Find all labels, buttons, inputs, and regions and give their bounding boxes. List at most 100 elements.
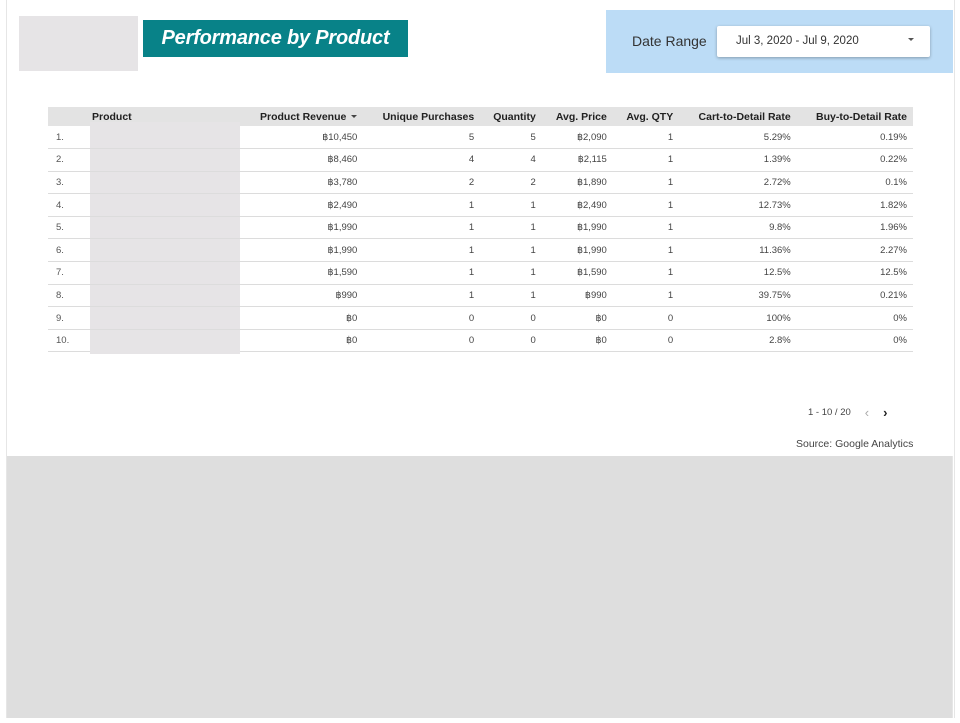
cell-avg-qty: 1 bbox=[667, 222, 674, 234]
product-name-cell bbox=[90, 194, 240, 217]
cell-unique-purchases: 5 bbox=[468, 131, 475, 143]
data-source-label: Source: Google Analytics bbox=[796, 438, 914, 450]
logo-placeholder bbox=[19, 16, 138, 71]
row-index: 4. bbox=[56, 199, 64, 211]
redacted-product-name bbox=[90, 307, 240, 329]
cell-product-revenue: ฿1,990 bbox=[327, 244, 358, 256]
column-header-buy-to-detail-rate[interactable]: Buy-to-Detail Rate bbox=[797, 107, 913, 126]
cell-product-revenue: ฿0 bbox=[346, 312, 358, 324]
cell-unique-purchases: 0 bbox=[468, 312, 475, 324]
product-name-cell bbox=[90, 216, 240, 239]
cell-unique-purchases: 1 bbox=[468, 267, 475, 279]
cell-unique-purchases: 1 bbox=[468, 199, 475, 211]
cell-buy-to-detail-rate: 0.22% bbox=[880, 154, 907, 166]
cell-buy-to-detail-rate: 0.21% bbox=[880, 289, 907, 301]
date-range-value: Jul 3, 2020 - Jul 9, 2020 bbox=[736, 35, 859, 47]
cell-avg-qty: 1 bbox=[667, 199, 674, 211]
cell-product-revenue: ฿10,450 bbox=[322, 131, 358, 143]
cell-avg-qty: 1 bbox=[667, 244, 674, 256]
cell-cart-to-detail-rate: 9.8% bbox=[769, 222, 791, 234]
cell-product-revenue: ฿2,490 bbox=[327, 199, 358, 211]
cell-cart-to-detail-rate: 39.75% bbox=[758, 289, 791, 301]
cell-product-revenue: ฿3,780 bbox=[327, 176, 358, 188]
table-row[interactable]: 5. ฿1,990 1 1 ฿1,990 1 9.8% 1.96% bbox=[48, 216, 913, 239]
product-name-cell bbox=[90, 122, 240, 149]
cell-buy-to-detail-rate: 12.5% bbox=[880, 267, 907, 279]
product-name-cell bbox=[90, 239, 240, 262]
cell-avg-price: ฿1,990 bbox=[576, 244, 607, 256]
column-header-quantity[interactable]: Quantity bbox=[480, 107, 542, 126]
cell-buy-to-detail-rate: 0% bbox=[893, 335, 907, 347]
product-name-cell bbox=[90, 329, 240, 355]
cell-quantity: 2 bbox=[530, 176, 536, 188]
cell-avg-price: ฿990 bbox=[584, 289, 607, 301]
cell-buy-to-detail-rate: 0.1% bbox=[885, 176, 907, 188]
table-row[interactable]: 1. ฿10,450 5 5 ฿2,090 1 5.29% 0.19% bbox=[48, 122, 913, 149]
redacted-product-name bbox=[90, 284, 240, 307]
column-header-avg-qty[interactable]: Avg. QTY bbox=[613, 107, 679, 126]
cell-product-revenue: ฿1,590 bbox=[327, 267, 358, 279]
cell-product-revenue: ฿0 bbox=[346, 335, 358, 347]
cell-avg-qty: 0 bbox=[667, 335, 674, 347]
cell-product-revenue: ฿1,990 bbox=[327, 222, 358, 234]
cell-product-revenue: ฿8,460 bbox=[327, 154, 358, 166]
cell-avg-price: ฿2,090 bbox=[576, 131, 607, 143]
chevron-left-icon[interactable]: ‹ bbox=[865, 405, 869, 420]
table-row[interactable]: 7. ฿1,590 1 1 ฿1,590 1 12.5% 12.5% bbox=[48, 262, 913, 285]
row-index: 3. bbox=[56, 176, 64, 188]
cell-cart-to-detail-rate: 2.72% bbox=[763, 176, 791, 188]
product-name-cell bbox=[90, 307, 240, 330]
cell-cart-to-detail-rate: 11.36% bbox=[759, 244, 791, 256]
cell-unique-purchases: 1 bbox=[468, 289, 475, 301]
redacted-product-name bbox=[90, 149, 240, 171]
table-row[interactable]: 6. ฿1,990 1 1 ฿1,990 1 11.36% 2.27% bbox=[48, 239, 913, 262]
cell-cart-to-detail-rate: 5.29% bbox=[763, 131, 791, 143]
table-row[interactable]: 3. ฿3,780 2 2 ฿1,890 1 2.72% 0.1% bbox=[48, 171, 913, 194]
date-range-dropdown[interactable]: Jul 3, 2020 - Jul 9, 2020 bbox=[717, 26, 930, 57]
column-header-product-revenue[interactable]: Product Revenue bbox=[240, 107, 363, 126]
cell-avg-price: ฿0 bbox=[595, 335, 607, 347]
table-row[interactable]: 10. ฿0 0 0 ฿0 0 2.8% 0% bbox=[48, 329, 913, 355]
chevron-down-icon bbox=[908, 38, 914, 41]
column-header-cart-to-detail-rate[interactable]: Cart-to-Detail Rate bbox=[679, 107, 797, 126]
row-index: 7. bbox=[56, 267, 64, 279]
cell-avg-price: ฿0 bbox=[595, 312, 607, 324]
report-title-banner: Performance by Product bbox=[143, 20, 408, 57]
table-row[interactable]: 2. ฿8,460 4 4 ฿2,115 1 1.39% 0.22% bbox=[48, 149, 913, 172]
table-row[interactable]: 8. ฿990 1 1 ฿990 1 39.75% 0.21% bbox=[48, 284, 913, 307]
product-performance-table: Product Product Revenue Unique Purchases… bbox=[48, 107, 913, 355]
cell-quantity: 1 bbox=[530, 289, 536, 301]
cell-cart-to-detail-rate: 12.5% bbox=[763, 267, 791, 279]
cell-avg-price: ฿1,890 bbox=[576, 176, 607, 188]
column-header-avg-price[interactable]: Avg. Price bbox=[542, 107, 613, 126]
date-range-panel: Date Range Jul 3, 2020 - Jul 9, 2020 bbox=[606, 10, 953, 73]
table-row[interactable]: 4. ฿2,490 1 1 ฿2,490 1 12.73% 1.82% bbox=[48, 194, 913, 217]
pagination-range: 1 - 10 / 20 bbox=[808, 407, 851, 418]
cell-unique-purchases: 2 bbox=[468, 176, 475, 188]
pagination: 1 - 10 / 20 ‹ › bbox=[808, 405, 887, 420]
cell-quantity: 1 bbox=[530, 199, 536, 211]
cell-avg-qty: 1 bbox=[667, 267, 674, 279]
cell-cart-to-detail-rate: 12.73% bbox=[758, 199, 791, 211]
sort-desc-icon bbox=[351, 115, 358, 119]
redacted-product-name bbox=[90, 239, 240, 262]
cell-quantity: 1 bbox=[530, 244, 536, 256]
cell-quantity: 5 bbox=[530, 131, 536, 143]
chevron-right-icon[interactable]: › bbox=[883, 405, 887, 420]
redacted-product-name bbox=[90, 216, 240, 239]
cell-avg-qty: 1 bbox=[667, 131, 674, 143]
cell-unique-purchases: 1 bbox=[468, 244, 475, 256]
product-name-cell bbox=[90, 284, 240, 307]
date-range-label: Date Range bbox=[632, 33, 707, 49]
cell-avg-price: ฿1,990 bbox=[576, 222, 607, 234]
table-row[interactable]: 9. ฿0 0 0 ฿0 0 100% 0% bbox=[48, 307, 913, 330]
index-header bbox=[48, 107, 90, 126]
cell-avg-qty: 0 bbox=[667, 312, 674, 324]
column-header-unique-purchases[interactable]: Unique Purchases bbox=[363, 107, 480, 126]
cell-cart-to-detail-rate: 100% bbox=[766, 312, 791, 324]
cell-avg-qty: 1 bbox=[667, 289, 674, 301]
empty-canvas-area bbox=[6, 456, 953, 718]
cell-cart-to-detail-rate: 2.8% bbox=[769, 335, 791, 347]
cell-avg-qty: 1 bbox=[667, 176, 674, 188]
row-index: 1. bbox=[56, 131, 64, 143]
